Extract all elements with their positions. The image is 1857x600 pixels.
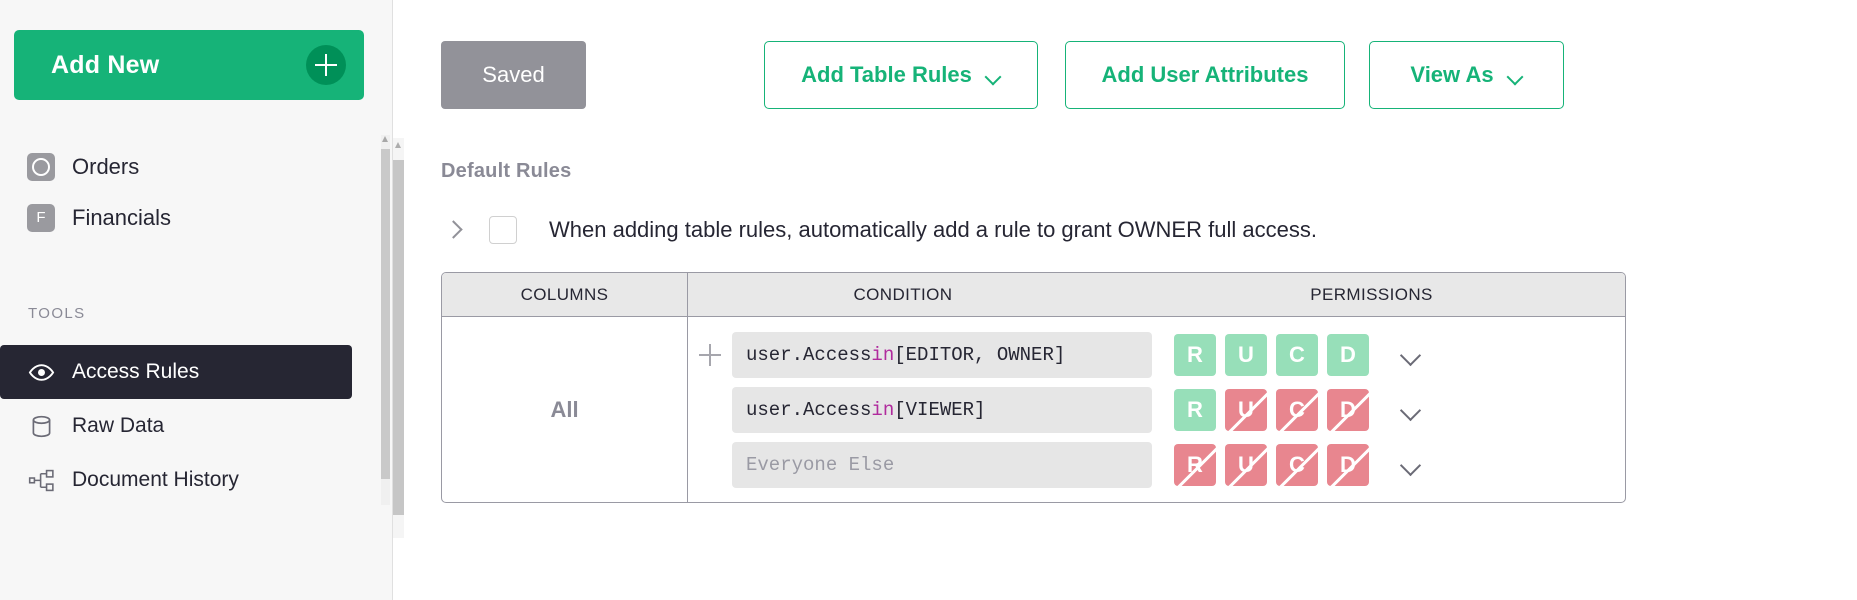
condition-placeholder: Everyone Else — [746, 453, 895, 476]
chevron-down-icon[interactable] — [1394, 338, 1428, 372]
permission-read[interactable]: R — [1174, 388, 1216, 431]
permission-read[interactable]: R — [1174, 333, 1216, 376]
add-user-attributes-button[interactable]: Add User Attributes — [1065, 41, 1345, 109]
table-body: All user.Access in [EDITOR, OWNER] R U C… — [442, 317, 1625, 502]
table-row: user.Access in [VIEWER] R U C D — [688, 386, 1625, 433]
permission-badges: R U C D — [1174, 443, 1428, 486]
chevron-down-icon — [986, 71, 1001, 80]
add-user-attributes-label: Add User Attributes — [1101, 62, 1309, 87]
permission-update[interactable]: U — [1225, 388, 1267, 431]
permission-badges: R U C D — [1174, 388, 1428, 431]
condition-prefix: user.Access — [746, 398, 872, 421]
sidebar-scrollbar[interactable] — [381, 135, 390, 505]
permission-update[interactable]: U — [1225, 333, 1267, 376]
plus-icon[interactable] — [306, 45, 346, 85]
scroll-up-arrow-icon[interactable] — [395, 142, 401, 148]
condition-keyword: in — [871, 343, 895, 366]
sidebar-item-document-history[interactable]: Document History — [0, 453, 393, 507]
condition-keyword: in — [871, 398, 895, 421]
chevron-down-icon[interactable] — [1394, 393, 1428, 427]
owner-full-access-checkbox[interactable] — [489, 216, 517, 244]
condition-input[interactable]: user.Access in [VIEWER] — [732, 386, 1152, 433]
rules-list: user.Access in [EDITOR, OWNER] R U C D u… — [688, 317, 1625, 502]
add-table-rules-button[interactable]: Add Table Rules — [764, 41, 1038, 109]
sidebar-item-label: Orders — [72, 153, 140, 179]
columns-cell-value[interactable]: All — [442, 317, 688, 502]
tools-section-header: TOOLS — [28, 305, 86, 322]
add-table-rules-label: Add Table Rules — [801, 62, 972, 87]
permission-create[interactable]: C — [1276, 333, 1318, 376]
sidebar-item-raw-data[interactable]: Raw Data — [0, 399, 393, 453]
permission-read[interactable]: R — [1174, 443, 1216, 486]
circle-doc-icon — [27, 152, 55, 181]
condition-input[interactable]: Everyone Else — [732, 441, 1152, 488]
view-as-label: View As — [1410, 62, 1494, 87]
sidebar-item-label: Document History — [72, 468, 239, 491]
permission-create[interactable]: C — [1276, 443, 1318, 486]
sidebar-item-access-rules[interactable]: Access Rules — [0, 345, 352, 399]
page-title: Default Rules — [441, 160, 572, 182]
permission-delete[interactable]: D — [1327, 388, 1369, 431]
permission-delete[interactable]: D — [1327, 333, 1369, 376]
default-rule-toggle-row: When adding table rules, automatically a… — [441, 210, 1317, 250]
saved-button[interactable]: Saved — [441, 41, 586, 109]
sidebar-item-orders[interactable]: Orders — [0, 141, 393, 192]
chevron-down-icon[interactable] — [1394, 448, 1428, 482]
column-header-permissions: PERMISSIONS — [1310, 284, 1433, 304]
view-as-button[interactable]: View As — [1369, 41, 1564, 109]
toolbar: Saved Add Table Rules Add User Attribute… — [393, 0, 1857, 125]
condition-prefix: user.Access — [746, 343, 872, 366]
condition-suffix: [VIEWER] — [894, 398, 986, 421]
sidebar-item-label: Access Rules — [72, 360, 200, 383]
database-icon — [27, 412, 55, 440]
add-new-button[interactable]: Add New — [14, 30, 364, 100]
condition-input[interactable]: user.Access in [EDITOR, OWNER] — [732, 331, 1152, 378]
page-list: Orders F Financials — [0, 141, 393, 243]
main-panel: Saved Add Table Rules Add User Attribute… — [393, 0, 1857, 600]
sidebar-item-financials[interactable]: F Financials — [0, 192, 393, 243]
column-header-condition: CONDITION — [853, 284, 953, 304]
owner-full-access-label: When adding table rules, automatically a… — [549, 217, 1317, 242]
history-icon — [27, 466, 55, 494]
tools-list: Access Rules Raw Data Document History — [0, 345, 393, 507]
app-root: Add New Orders F Financials TOOLS Access… — [0, 0, 1857, 600]
chevron-down-icon — [1508, 71, 1523, 80]
permission-update[interactable]: U — [1225, 443, 1267, 486]
condition-suffix: [EDITOR, OWNER] — [894, 343, 1066, 366]
scroll-up-arrow-icon[interactable] — [382, 136, 388, 142]
rules-table: COLUMNS CONDITION PERMISSIONS All user.A… — [441, 272, 1626, 503]
table-row: Everyone Else R U C D — [688, 441, 1625, 488]
doc-badge-letter: F — [27, 203, 55, 232]
table-header-row: COLUMNS CONDITION PERMISSIONS — [442, 273, 1625, 317]
eye-icon — [27, 358, 55, 386]
permission-create[interactable]: C — [1276, 388, 1318, 431]
letter-doc-icon: F — [27, 203, 55, 232]
permission-badges: R U C D — [1174, 333, 1428, 376]
sidebar-item-label: Financials — [72, 204, 172, 230]
column-header-columns: COLUMNS — [442, 273, 688, 316]
add-rule-icon[interactable] — [688, 343, 732, 366]
scrollbar-thumb[interactable] — [393, 160, 404, 515]
sidebar: Add New Orders F Financials TOOLS Access… — [0, 0, 393, 600]
table-row: user.Access in [EDITOR, OWNER] R U C D — [688, 331, 1625, 378]
permission-delete[interactable]: D — [1327, 443, 1369, 486]
main-scrollbar[interactable] — [393, 138, 404, 538]
scrollbar-thumb[interactable] — [381, 149, 390, 479]
chevron-right-icon[interactable] — [441, 217, 467, 243]
sidebar-item-label: Raw Data — [72, 414, 165, 437]
add-new-label: Add New — [51, 50, 160, 79]
saved-label: Saved — [482, 62, 545, 87]
